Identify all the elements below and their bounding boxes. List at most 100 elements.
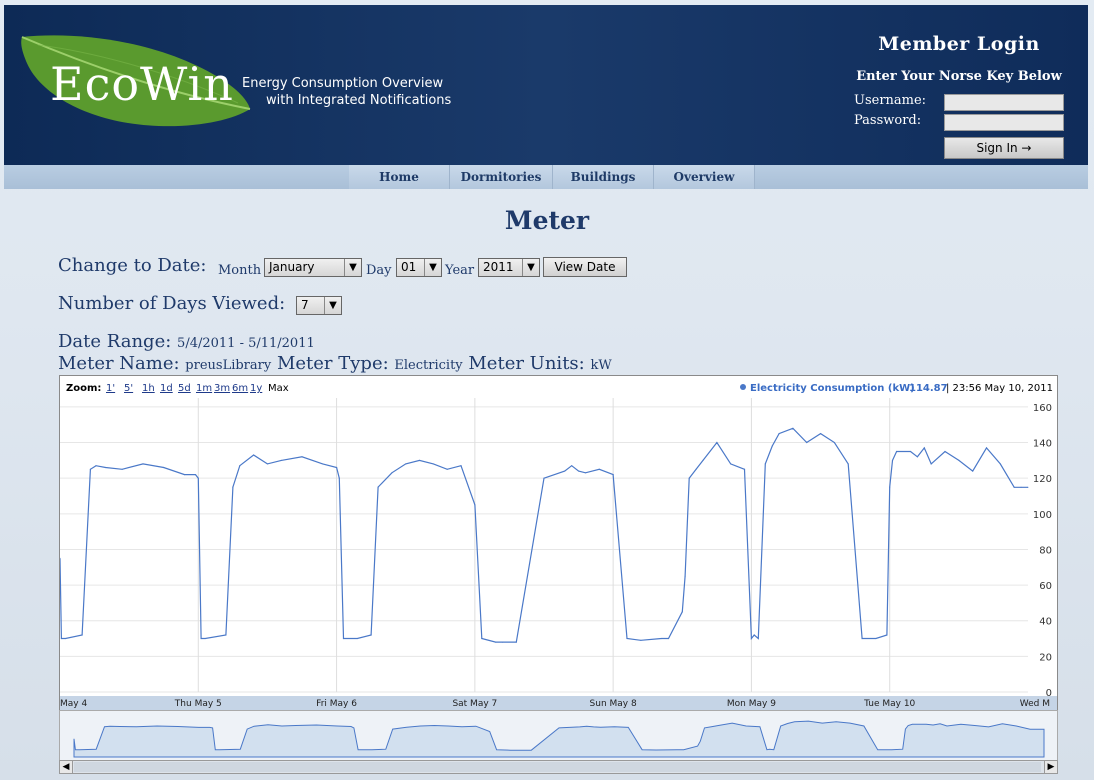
data-point: [778, 433, 780, 435]
chevron-down-icon: ▼: [344, 259, 361, 276]
data-point: [405, 463, 407, 465]
data-point: [612, 474, 614, 476]
data-point: [194, 474, 197, 476]
data-point: [985, 447, 988, 449]
data-point: [757, 637, 759, 640]
site-logo[interactable]: EcoWin: [50, 57, 234, 111]
day-label: Day: [366, 263, 392, 278]
data-point: [764, 463, 766, 465]
member-login: Member Login Enter Your Norse Key Below …: [844, 33, 1074, 159]
zoom-option[interactable]: 3m: [214, 383, 230, 394]
data-point: [253, 454, 255, 456]
x-tick-label: Sun May 8: [590, 699, 637, 709]
zoom-option[interactable]: 1h: [142, 383, 155, 394]
chart-svg[interactable]: Zoom: 1' 5' 1h 1d 5d 1m 3m 6m 1y Max Electricity Co…: [59, 376, 1057, 710]
data-point: [930, 463, 932, 465]
series-line: [59, 427, 1028, 643]
scroll-thumb[interactable]: [74, 762, 1041, 772]
data-point: [681, 611, 683, 613]
data-point: [896, 450, 898, 453]
zoom-option[interactable]: 5': [124, 383, 133, 394]
data-point: [377, 486, 379, 488]
nav-buildings[interactable]: Buildings: [553, 165, 654, 189]
page-title: Meter: [504, 206, 590, 235]
year-select[interactable]: 2011 ▼: [478, 258, 540, 277]
data-point: [743, 468, 746, 470]
zoom-option[interactable]: 6m: [232, 383, 248, 394]
data-point: [571, 465, 573, 467]
x-tick-label: Sat May 7: [452, 699, 497, 709]
tagline-line-1: Energy Consumption Overview: [242, 76, 444, 91]
nav-home[interactable]: Home: [349, 165, 450, 189]
data-point: [909, 450, 912, 453]
zoom-option[interactable]: 1y: [250, 383, 262, 394]
y-tick-label: 80: [1039, 545, 1052, 556]
zoom-option[interactable]: 1d: [160, 383, 173, 394]
data-point: [923, 447, 925, 449]
data-point: [95, 465, 97, 467]
x-tick-label: May 4: [60, 699, 87, 709]
data-point: [338, 477, 340, 479]
zoom-option[interactable]: 1m: [196, 383, 212, 394]
data-point: [204, 637, 206, 640]
month-select[interactable]: January ▼: [264, 258, 362, 277]
data-point: [886, 634, 888, 636]
data-point: [695, 468, 697, 470]
data-point: [702, 459, 704, 461]
data-point: [1020, 486, 1022, 488]
data-point: [280, 459, 282, 461]
tagline-line-2: with Integrated Notifications: [266, 93, 452, 108]
x-tick-label: Fri May 6: [316, 699, 357, 709]
data-point: [391, 472, 393, 474]
legend-value: 114.87: [909, 383, 948, 394]
consumption-chart[interactable]: Zoom: 1' 5' 1h 1d 5d 1m 3m 6m 1y Max Electricity Co…: [59, 375, 1058, 711]
chart-navigator[interactable]: [59, 710, 1058, 762]
data-point: [232, 486, 234, 488]
view-date-button[interactable]: View Date: [543, 257, 627, 277]
date-range-label: Date Range:: [58, 331, 172, 352]
data-point: [446, 468, 448, 470]
scroll-right-icon[interactable]: ▶: [1044, 761, 1057, 773]
year-label: Year: [445, 263, 475, 278]
nav-bar: Home Dormitories Buildings Overview: [4, 165, 1088, 189]
data-point: [200, 637, 202, 640]
data-point: [598, 468, 600, 470]
nav-overview[interactable]: Overview: [654, 165, 755, 189]
month-value: January: [269, 260, 315, 274]
navigator-svg[interactable]: [60, 711, 1057, 761]
data-point: [972, 470, 974, 472]
password-label: Password:: [854, 113, 922, 128]
zoom-option[interactable]: 1': [106, 383, 115, 394]
data-point: [501, 641, 504, 643]
y-tick-label: 60: [1039, 581, 1052, 592]
meter-name-label: Meter Name:: [58, 353, 180, 374]
data-point: [301, 456, 303, 458]
zoom-option[interactable]: 5d: [178, 383, 191, 394]
password-input[interactable]: [944, 114, 1064, 131]
data-point: [861, 637, 863, 640]
data-point: [543, 477, 545, 479]
data-point: [626, 637, 628, 640]
data-point: [342, 637, 345, 640]
nav-dormitories[interactable]: Dormitories: [450, 165, 553, 189]
change-date-label: Change to Date:: [58, 255, 207, 276]
site-header: EcoWin Energy Consumption Overview with …: [4, 5, 1088, 165]
days-viewed-label: Number of Days Viewed:: [58, 293, 286, 314]
zoom-option[interactable]: Max: [268, 383, 289, 394]
scroll-left-icon[interactable]: ◀: [60, 761, 73, 773]
sign-in-button[interactable]: Sign In →: [944, 137, 1064, 159]
date-range-value: 5/4/2011 - 5/11/2011: [177, 336, 315, 351]
data-point: [564, 470, 566, 472]
data-point: [105, 466, 107, 469]
data-point: [1027, 486, 1029, 488]
username-input[interactable]: [944, 94, 1064, 111]
days-viewed-select[interactable]: 7 ▼: [296, 296, 342, 315]
y-tick-label: 20: [1039, 652, 1052, 663]
chart-scrollbar[interactable]: ◀ ▶: [59, 760, 1058, 774]
data-point: [1013, 486, 1015, 488]
data-point: [577, 470, 580, 472]
x-tick-label: Wed M: [1020, 699, 1050, 709]
day-select[interactable]: 01 ▼: [396, 258, 442, 277]
data-point: [432, 463, 434, 465]
chevron-down-icon: ▼: [324, 297, 341, 314]
